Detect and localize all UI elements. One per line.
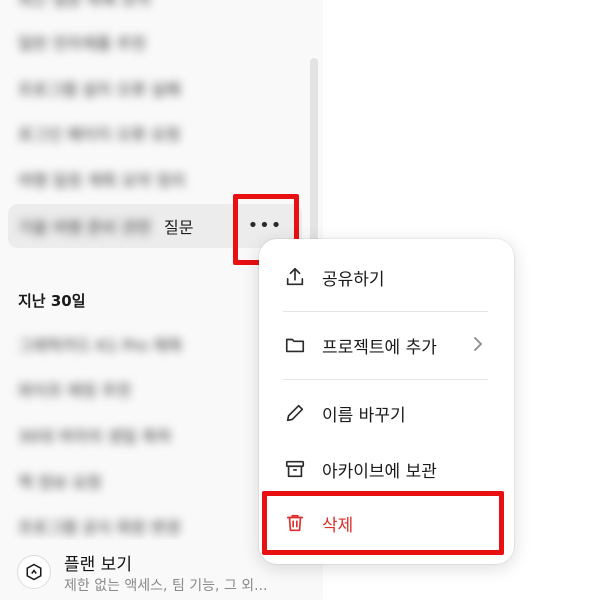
share-icon	[284, 266, 306, 288]
menu-item-archive[interactable]: 아카이브에 보관	[259, 445, 514, 493]
plan-title[interactable]: 플랜 보기	[64, 550, 132, 575]
trash-icon	[284, 512, 306, 534]
chevron-right-icon	[472, 335, 484, 358]
history-item[interactable]: 30대 여자의 생일 축하	[8, 415, 171, 455]
history-item[interactable]: 와이프 애칭 추천	[8, 369, 131, 409]
section-heading-last-30-days: 지난 30일	[18, 292, 86, 310]
history-item-active-label: 가을 여행 준비 관련 질문	[18, 218, 194, 237]
menu-item-delete[interactable]: 삭제	[259, 499, 514, 547]
plan-subtitle: 제한 없는 액세스, 팀 기능, 그 외...	[64, 578, 268, 594]
history-item[interactable]: 프로그램 설치 오류 실패	[8, 68, 180, 108]
menu-item-rename[interactable]: 이름 바꾸기	[259, 389, 514, 437]
history-item[interactable]: 여행 일정 계획 요약 정리	[8, 159, 186, 199]
folder-icon	[284, 334, 306, 356]
menu-divider	[283, 311, 488, 312]
history-item[interactable]: 그래픽카드 K1 Pro 제목	[8, 324, 182, 364]
menu-item-label: 이름 바꾸기	[322, 405, 406, 426]
history-item[interactable]: 책 정보 요청	[8, 461, 102, 501]
menu-item-add-to-project[interactable]: 프로젝트에 추가	[259, 321, 514, 369]
plan-upgrade-icon	[17, 555, 51, 589]
menu-item-label: 프로젝트에 추가	[322, 337, 437, 358]
archive-icon	[284, 458, 306, 480]
menu-item-share[interactable]: 공유하기	[259, 253, 514, 301]
menu-item-label: 공유하기	[322, 269, 385, 290]
history-item[interactable]: 일반 전자제품 추천	[8, 22, 146, 62]
ellipsis-icon: •••	[247, 214, 283, 236]
menu-item-label: 아카이브에 보관	[322, 461, 437, 482]
history-item-partial[interactable]: 최근 질문 목록 요약	[8, 0, 151, 18]
history-item[interactable]: 로그인 페이지 오류 요청	[8, 113, 180, 153]
menu-item-label: 삭제	[322, 515, 354, 536]
pencil-icon	[284, 402, 306, 424]
menu-divider	[283, 379, 488, 380]
